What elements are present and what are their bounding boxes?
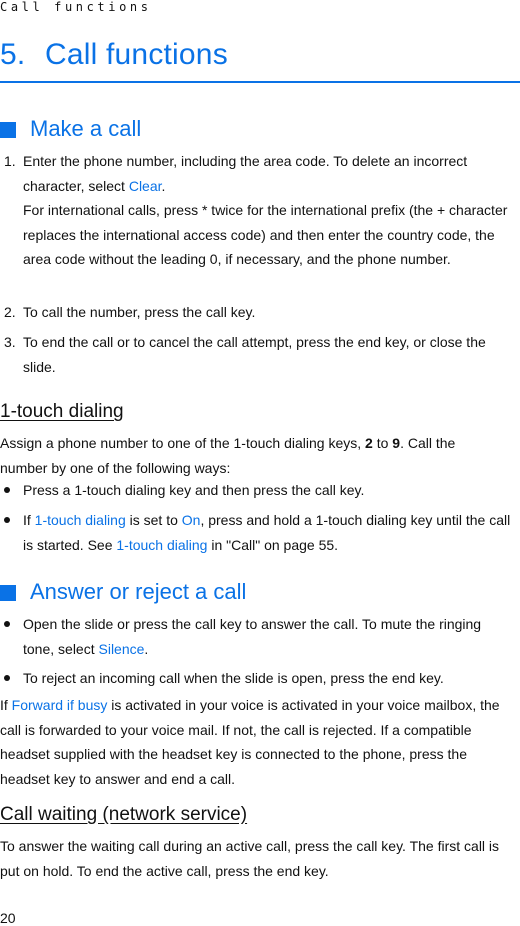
chapter-number: 5. — [0, 38, 26, 71]
heading-text: Answer or reject a call — [30, 579, 247, 604]
one-touch-bullet-1: Press a 1-touch dialing key and then pre… — [23, 482, 365, 498]
forward-if-busy-link[interactable]: Forward if busy — [12, 697, 108, 713]
forward-if-busy-paragraph: If Forward if busy is activated in your … — [0, 697, 500, 787]
one-touch-dialing-link[interactable]: 1-touch dialing — [35, 512, 126, 528]
one-touch-intro: Assign a phone number to one of the 1-to… — [0, 435, 456, 476]
step-2: To call the number, press the call key. — [23, 304, 256, 320]
call-waiting-paragraph: To answer the waiting call during an act… — [0, 838, 500, 879]
heading-1-touch-dialing: 1-touch dialing — [0, 401, 124, 422]
step-1: Enter the phone number, including the ar… — [23, 153, 468, 194]
bullet-icon — [4, 517, 10, 523]
running-head: Call functions — [0, 0, 152, 14]
one-touch-bullet-2: If 1-touch dialing is set to On, press a… — [23, 512, 511, 553]
step-number-1: 1. — [4, 153, 16, 169]
heading-answer-or-reject: Answer or reject a call — [0, 579, 246, 605]
chapter-title: 5. Call functions — [0, 38, 228, 72]
bullet-icon — [4, 621, 10, 627]
heading-call-waiting: Call waiting (network service) — [0, 804, 248, 825]
chapter-title-text: Call functions — [45, 38, 228, 71]
bullet-icon — [4, 675, 10, 681]
international-calls-note: For international calls, press * twice f… — [23, 202, 508, 267]
one-touch-dialing-reference-link[interactable]: 1-touch dialing — [116, 537, 207, 553]
heading-text: Make a call — [30, 116, 142, 141]
bullet-icon — [4, 487, 10, 493]
title-rule — [0, 81, 520, 83]
step-number-3: 3. — [4, 334, 16, 350]
on-link[interactable]: On — [182, 512, 201, 528]
heading-make-a-call: Make a call — [0, 116, 141, 142]
step-number-2: 2. — [4, 304, 16, 320]
answer-bullet-2: To reject an incoming call when the slid… — [23, 670, 444, 686]
page-number: 20 — [0, 910, 16, 926]
silence-link[interactable]: Silence — [99, 641, 145, 657]
clear-link[interactable]: Clear — [129, 178, 162, 194]
answer-bullet-1: Open the slide or press the call key to … — [23, 616, 482, 657]
step-3: To end the call or to cancel the call at… — [23, 334, 486, 375]
square-bullet-icon — [0, 585, 16, 601]
square-bullet-icon — [0, 122, 16, 138]
